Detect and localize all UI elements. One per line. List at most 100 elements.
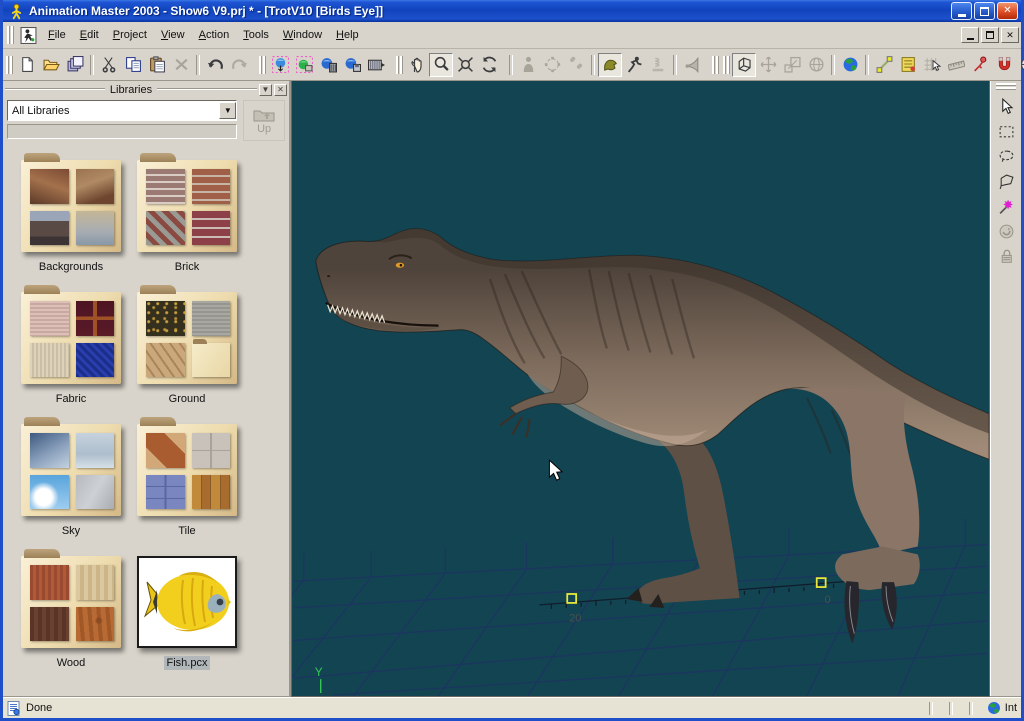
pushpin-button[interactable] <box>968 53 992 77</box>
toolbar-gripper[interactable] <box>996 83 1016 90</box>
select-arrow-button[interactable] <box>994 94 1018 119</box>
texture-thumb <box>76 433 115 468</box>
lasso-select-button[interactable] <box>994 144 1018 169</box>
rotate-globe-button[interactable] <box>1016 53 1024 77</box>
run-action-button[interactable] <box>622 53 646 77</box>
library-item-tile[interactable]: Tile <box>129 417 245 549</box>
menu-tools[interactable]: Tools <box>236 26 276 44</box>
texture-thumb <box>146 343 185 378</box>
magic-wand-button[interactable] <box>994 194 1018 219</box>
ruler-button[interactable] <box>944 53 968 77</box>
texture-thumb <box>30 211 69 246</box>
libraries-panel-title: Libraries <box>105 84 157 96</box>
library-item-brick[interactable]: Brick <box>129 153 245 285</box>
wireframe-globe-icon <box>808 56 825 73</box>
doc-close-button[interactable]: ✕ <box>1001 27 1019 43</box>
chevron-down-icon[interactable]: ▼ <box>219 102 236 119</box>
libraries-panel-header[interactable]: Libraries ▼ ✕ <box>3 81 289 97</box>
library-item-label: Fabric <box>53 392 90 406</box>
render-animation-button[interactable] <box>316 53 340 77</box>
select-arrow-icon <box>998 98 1015 115</box>
undo-button[interactable] <box>203 53 227 77</box>
texture-thumb <box>30 301 69 336</box>
trex-model[interactable] <box>316 229 989 644</box>
path-segment-button[interactable] <box>872 53 896 77</box>
menu-action[interactable]: Action <box>192 26 237 44</box>
redo-button[interactable] <box>227 53 251 77</box>
menu-window[interactable]: Window <box>276 26 329 44</box>
viewport-birds-eye[interactable]: 20 0 Y <box>291 81 990 697</box>
zoom-button[interactable] <box>429 53 453 77</box>
up-button[interactable]: Up <box>243 100 285 141</box>
library-item-wood[interactable]: Wood <box>13 549 129 681</box>
scale-button[interactable] <box>780 53 804 77</box>
bone-button[interactable] <box>564 53 588 77</box>
texture-thumb <box>30 433 69 468</box>
doc-restore-button[interactable] <box>981 27 999 43</box>
menubar-gripper[interactable] <box>7 26 14 44</box>
save-all-button[interactable] <box>63 53 87 77</box>
pan-hand-icon <box>409 56 426 73</box>
open-button[interactable] <box>39 53 63 77</box>
toolbar-gripper[interactable] <box>712 56 719 74</box>
panel-menu-button[interactable]: ▼ <box>259 84 272 96</box>
dynamics-spring-button[interactable] <box>646 53 670 77</box>
wireframe-cube-button[interactable] <box>732 53 756 77</box>
texture-thumb <box>192 433 231 468</box>
translate-button[interactable] <box>756 53 780 77</box>
earth-globe-button[interactable] <box>838 53 862 77</box>
turn-button[interactable] <box>477 53 501 77</box>
toolbar-gripper[interactable] <box>6 56 13 74</box>
library-item-label: Brick <box>172 260 202 274</box>
render-lock-button[interactable] <box>292 53 316 77</box>
model-button[interactable] <box>540 53 564 77</box>
library-item-sky[interactable]: Sky <box>13 417 129 549</box>
filmstrip-button[interactable] <box>364 53 388 77</box>
grid-cursor-button[interactable] <box>920 53 944 77</box>
toolbar-gripper[interactable] <box>259 56 266 74</box>
library-item-label: Sky <box>59 524 83 538</box>
pan-button[interactable] <box>405 53 429 77</box>
document-status-icon <box>7 701 21 716</box>
viewport-scene: 20 0 Y <box>292 81 989 696</box>
lock-disabled-button[interactable] <box>994 244 1018 269</box>
restore-button[interactable] <box>974 2 995 20</box>
main-toolbar: A <box>3 49 1021 81</box>
doc-minimize-button[interactable] <box>961 27 979 43</box>
skeletal-mode-button[interactable] <box>598 53 622 77</box>
delete-button[interactable] <box>169 53 193 77</box>
render-save-icon <box>344 56 361 73</box>
rotate-disabled-button[interactable] <box>994 219 1018 244</box>
library-item-fabric[interactable]: Fabric <box>13 285 129 417</box>
bone-icon <box>568 56 585 73</box>
new-button[interactable] <box>15 53 39 77</box>
menu-file[interactable]: File <box>41 26 73 44</box>
zoom-to-fit-button[interactable] <box>453 53 477 77</box>
toolbar-gripper[interactable] <box>723 56 730 74</box>
render-save-button[interactable] <box>340 53 364 77</box>
paste-button[interactable] <box>145 53 169 77</box>
announce-horn-button[interactable] <box>680 53 704 77</box>
keyframe-panel-button[interactable] <box>896 53 920 77</box>
library-select[interactable]: All Libraries ▼ <box>7 100 237 121</box>
marquee-select-button[interactable] <box>994 119 1018 144</box>
menu-help[interactable]: Help <box>329 26 366 44</box>
menu-view[interactable]: View <box>154 26 192 44</box>
cut-button[interactable] <box>97 53 121 77</box>
library-item-backgrounds[interactable]: Backgrounds <box>13 153 129 285</box>
polygon-lasso-select-button[interactable] <box>994 169 1018 194</box>
toolbar-gripper[interactable] <box>396 56 403 74</box>
minimize-button[interactable] <box>951 2 972 20</box>
actor-button[interactable] <box>516 53 540 77</box>
library-item-fish[interactable]: Fish.pcx <box>129 549 245 681</box>
close-button[interactable]: ✕ <box>997 2 1018 20</box>
menu-edit[interactable]: Edit <box>73 26 106 44</box>
render-to-file-button[interactable] <box>268 53 292 77</box>
wireframe-globe-button[interactable] <box>804 53 828 77</box>
menu-project[interactable]: Project <box>106 26 154 44</box>
panel-close-button[interactable]: ✕ <box>274 84 287 96</box>
texture-thumb <box>192 169 231 204</box>
library-item-ground[interactable]: Ground <box>129 285 245 417</box>
copy-button[interactable] <box>121 53 145 77</box>
magnet-button[interactable] <box>992 53 1016 77</box>
